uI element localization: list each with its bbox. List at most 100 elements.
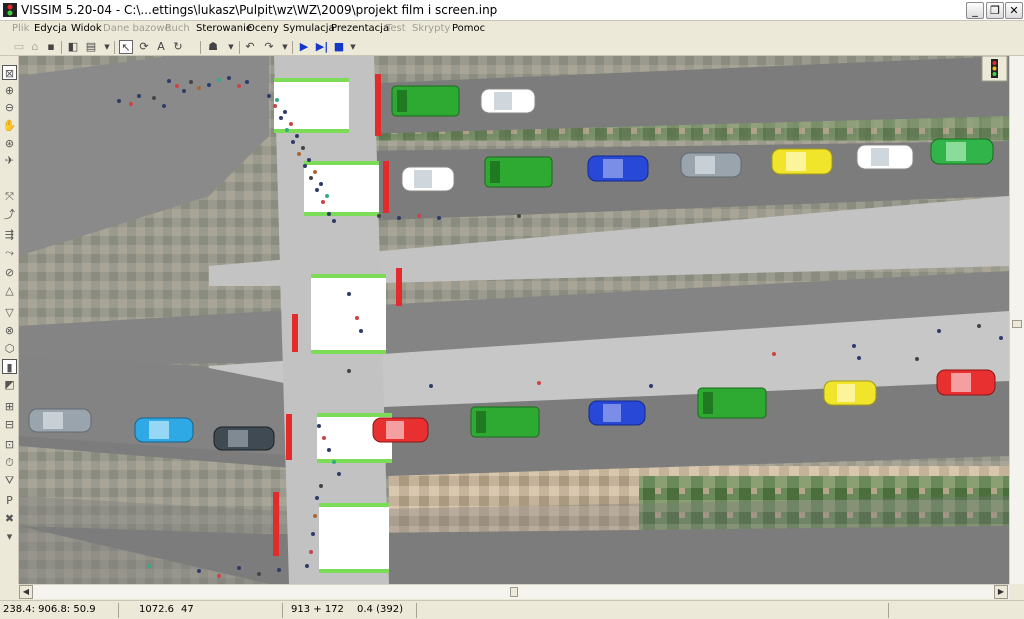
vehicle-car[interactable] — [213, 426, 275, 451]
crosswalk-2 — [304, 161, 379, 216]
close-button[interactable]: ✕ — [1005, 2, 1023, 19]
undo-icon[interactable]: ↶ — [243, 40, 257, 54]
pt-stops-icon[interactable]: ⊞ — [2, 399, 17, 414]
rotate-icon[interactable]: ↻ — [171, 40, 185, 54]
stop-line — [273, 492, 279, 556]
menu-widok[interactable]: Widok — [71, 23, 102, 34]
vissim-app-icon[interactable] — [2, 2, 18, 18]
menu-skrypty[interactable]: Skrypty — [412, 23, 450, 34]
menu-test[interactable]: Test — [386, 23, 406, 34]
vehicle-van[interactable] — [391, 85, 460, 117]
fly-icon[interactable]: ✈ — [2, 153, 17, 168]
print-preview-icon[interactable]: ◧ — [66, 40, 80, 54]
crosswalk-1 — [274, 78, 349, 133]
vehicle-inputs-icon[interactable]: ⇶ — [2, 227, 17, 242]
vehicle-car[interactable] — [587, 155, 649, 182]
stop-signs-icon[interactable]: ⬡ — [2, 341, 17, 356]
network-view[interactable] — [19, 56, 1009, 584]
vehicle-car[interactable] — [588, 400, 646, 426]
menu-ruch[interactable]: Ruch — [165, 23, 190, 34]
menu-plik[interactable]: Plik — [12, 23, 29, 34]
pedestrian-dropdown-icon[interactable]: ▼ — [224, 40, 238, 54]
vehicle-van[interactable] — [470, 406, 540, 438]
menu-edycja[interactable]: Edycja — [34, 23, 67, 34]
status-link-number: 1072.6 — [139, 604, 174, 615]
detectors-icon[interactable]: ◩ — [2, 377, 17, 392]
redo-icon[interactable]: ↷ — [262, 40, 276, 54]
print-dropdown-icon[interactable]: ▼ — [100, 40, 114, 54]
status-link-segment: 47 — [181, 604, 194, 615]
zoom-window-icon[interactable]: ⊠ — [2, 65, 17, 80]
menu-prezentacja[interactable]: Prezentacja — [331, 23, 389, 34]
menu-sterowanie[interactable]: Sterowanie — [196, 23, 252, 34]
reduced-speed-icon[interactable]: △ — [2, 283, 17, 298]
vehicle-car[interactable] — [680, 152, 742, 178]
pedestrian-icon[interactable]: ☗ — [206, 40, 220, 54]
travel-time-icon[interactable]: ⏱ — [2, 455, 17, 470]
network-canvas[interactable] — [19, 56, 1009, 584]
menu-oceny[interactable]: Oceny — [247, 23, 279, 34]
main-toolbar: ▭ ⌂ ▪ ◧ ▤ ▼ ↖ ⟳ A ↻ ☗ ▼ ↶ ↷ ▼ ▶ ▶| ■ ▼ — [0, 39, 1024, 56]
pan-hand-icon[interactable]: ✋ — [2, 118, 17, 133]
vertical-scroll-thumb[interactable] — [1012, 320, 1022, 328]
parking-icon[interactable]: P — [2, 493, 17, 508]
links-icon[interactable]: ⤧ — [2, 189, 17, 204]
vertical-scrollbar[interactable] — [1009, 56, 1024, 584]
minimize-button[interactable]: _ — [966, 2, 984, 19]
scroll-down-icon[interactable]: ▾ — [2, 529, 17, 544]
horizontal-scroll-thumb[interactable] — [510, 587, 518, 597]
vehicle-van[interactable] — [484, 156, 553, 188]
select-arrow-icon[interactable]: ↖ — [119, 40, 133, 54]
vehicle-car[interactable] — [936, 369, 996, 396]
vehicle-car[interactable] — [771, 148, 833, 175]
stop-line — [375, 74, 381, 136]
rotate-view-icon[interactable]: ⟳ — [137, 40, 151, 54]
stop-line — [383, 161, 389, 213]
vehicle-car[interactable] — [28, 408, 92, 433]
new-file-icon[interactable]: ▭ — [12, 40, 26, 54]
zoom-out-icon[interactable]: ⊖ — [2, 100, 17, 115]
menu-pomoc[interactable]: Pomoc — [452, 23, 485, 34]
open-file-icon[interactable]: ⌂ — [28, 40, 42, 54]
vehicle-car[interactable] — [823, 380, 877, 406]
horizontal-scrollbar[interactable]: ◀ ▶ — [19, 584, 1009, 599]
zoom-in-icon[interactable]: ⊕ — [2, 83, 17, 98]
scroll-right-button[interactable]: ▶ — [994, 585, 1008, 599]
vehicle-car[interactable] — [480, 88, 536, 114]
scroll-left-button[interactable]: ◀ — [19, 585, 33, 599]
maximize-button[interactable]: ❐ — [986, 2, 1004, 19]
rotate-3d-icon[interactable]: ⊛ — [2, 136, 17, 151]
speed-decisions-icon[interactable]: ⊘ — [2, 265, 17, 280]
conflict-areas-icon[interactable]: ⊗ — [2, 323, 17, 338]
pt-lines-icon[interactable]: ⊟ — [2, 417, 17, 432]
save-icon[interactable]: ▪ — [44, 40, 58, 54]
routing-icon[interactable]: ⤳ — [2, 245, 17, 260]
status-sim-time: 0.4 (392) — [357, 604, 403, 615]
vehicle-car[interactable] — [930, 138, 994, 165]
nodes-icon[interactable]: ⊡ — [2, 437, 17, 452]
priority-rules-icon[interactable]: ▽ — [2, 305, 17, 320]
vehicle-van[interactable] — [697, 387, 767, 419]
signal-heads-icon[interactable]: ▮ — [2, 359, 17, 374]
print-icon[interactable]: ▤ — [84, 40, 98, 54]
redo-dropdown-icon[interactable]: ▼ — [278, 40, 292, 54]
menu-dane-bazowe[interactable]: Dane bazowe — [103, 23, 171, 34]
play-continuous-icon[interactable]: ▶ — [297, 40, 311, 54]
delete-icon[interactable]: ✖ — [2, 511, 17, 526]
text-annotation-icon[interactable]: A — [154, 40, 168, 54]
stop-line — [292, 314, 298, 352]
menu-symulacja[interactable]: Symulacja — [283, 23, 335, 34]
single-step-icon[interactable]: ▶| — [315, 40, 329, 54]
status-bar: 238.4: 906.8: 50.9 1072.6 47 913 + 172 0… — [0, 600, 1024, 619]
status-position: 913 + 172 — [291, 604, 344, 615]
queue-counters-icon[interactable]: ⛛ — [2, 473, 17, 488]
vehicle-car[interactable] — [856, 144, 914, 170]
vehicle-car[interactable] — [401, 166, 455, 192]
vehicle-car[interactable] — [134, 417, 194, 443]
traffic-light-icon[interactable] — [981, 56, 1008, 82]
window-title: VISSIM 5.20-04 - C:\...ettings\lukasz\Pu… — [21, 3, 498, 17]
stop-dropdown-icon[interactable]: ▼ — [346, 40, 360, 54]
vehicle-car[interactable] — [372, 417, 429, 443]
stop-icon[interactable]: ■ — [332, 40, 346, 54]
connectors-icon[interactable]: ⤴ — [2, 207, 17, 222]
